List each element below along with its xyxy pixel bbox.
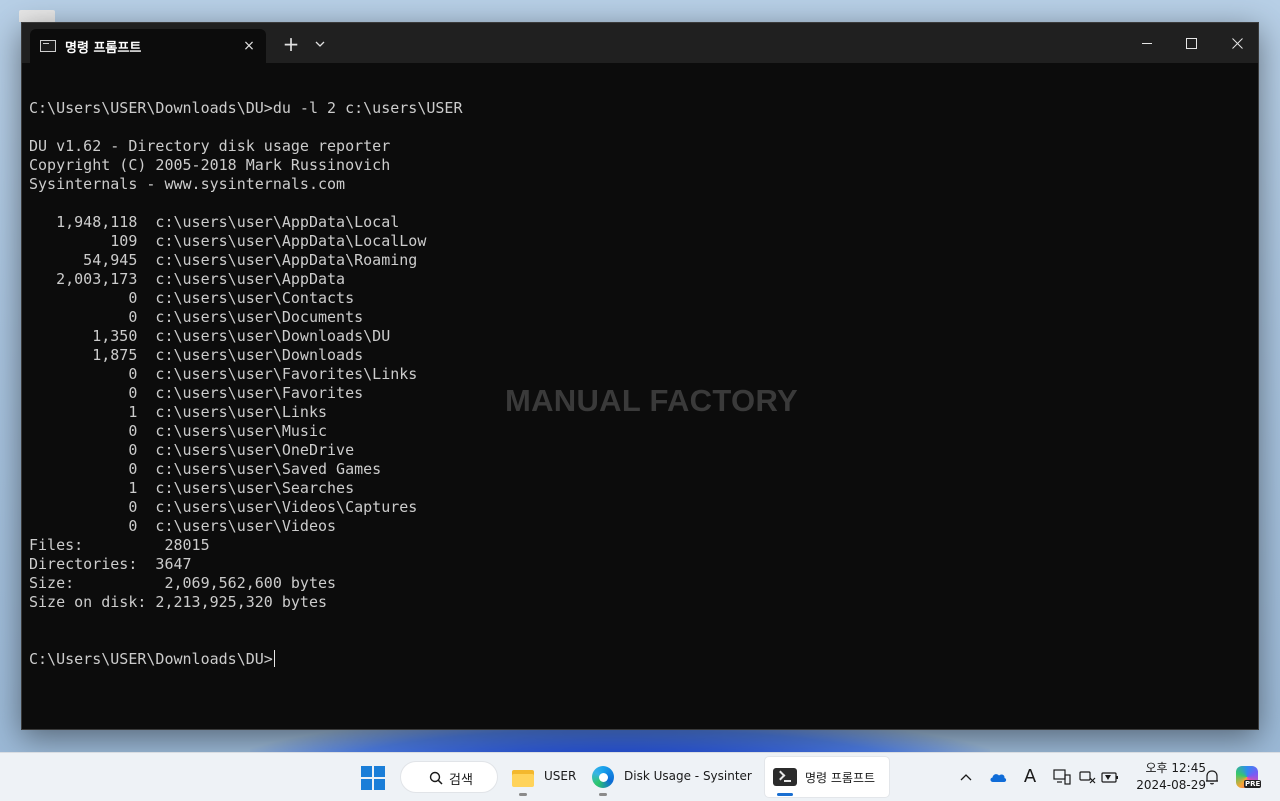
terminal-line: Size: 2,069,562,600 bytes <box>29 574 337 592</box>
search-label: 검색 <box>449 773 473 788</box>
terminal-line: 0 c:\users\user\OneDrive <box>29 441 355 459</box>
command-prompt-line[interactable]: C:\Users\USER\Downloads\DU> <box>29 650 1258 669</box>
terminal-line: 1 c:\users\user\Searches <box>29 479 355 497</box>
notification-bell-icon[interactable] <box>1202 767 1222 787</box>
terminal-line: Files: 28015 <box>29 536 210 554</box>
devices-icon[interactable] <box>1052 767 1072 787</box>
terminal-line: DU v1.62 - Directory disk usage reporter <box>29 137 391 155</box>
terminal-window: 명령 프롬프트 × + C:\Users\USER\Downloads\DU>d… <box>21 22 1259 730</box>
edge-icon <box>592 766 614 788</box>
terminal-line: Sysinternals - www.sysinternals.com <box>29 175 346 193</box>
terminal-line: 54,945 c:\users\user\AppData\Roaming <box>29 251 418 269</box>
taskbar-clock[interactable]: 오후 12:45 2024-08-29 <box>1126 760 1206 794</box>
chevron-up-icon <box>960 774 972 781</box>
taskbar-search[interactable]: 검색 <box>400 761 498 793</box>
terminal-line: Size on disk: 2,213,925,320 bytes <box>29 593 328 611</box>
close-icon <box>1232 38 1243 49</box>
new-tab-button[interactable]: + <box>279 32 303 56</box>
app-label: USER <box>544 769 577 783</box>
show-hidden-icons-button[interactable] <box>956 767 976 787</box>
terminal-line: C:\Users\USER\Downloads\DU>du -l 2 c:\us… <box>29 99 463 117</box>
copilot-badge: PRE <box>1244 780 1262 788</box>
terminal-line: 0 c:\users\user\Videos\Captures <box>29 498 418 516</box>
maximize-button[interactable] <box>1168 23 1214 63</box>
network-icon[interactable] <box>1078 767 1098 787</box>
maximize-icon <box>1186 38 1197 49</box>
terminal-line: 0 c:\users\user\Videos <box>29 517 337 535</box>
close-button[interactable] <box>1214 23 1260 63</box>
app-label: 명령 프롬프트 <box>805 771 876 785</box>
terminal-line: 0 c:\users\user\Favorites\Links <box>29 365 418 383</box>
tab-command-prompt[interactable]: 명령 프롬프트 × <box>30 29 266 63</box>
folder-icon <box>512 767 536 787</box>
tab-dropdown-button[interactable] <box>310 34 330 54</box>
taskbar: 검색 USER Disk Usage - Sysinternal 명령 프롬프트… <box>0 752 1280 801</box>
minimize-icon <box>1142 43 1152 44</box>
terminal-line: 1,350 c:\users\user\Downloads\DU <box>29 327 391 345</box>
terminal-line: 0 c:\users\user\Documents <box>29 308 364 326</box>
start-button[interactable] <box>359 764 387 792</box>
minimize-button[interactable] <box>1124 23 1170 63</box>
terminal-line: 1,948,118 c:\users\user\AppData\Local <box>29 213 400 231</box>
clock-time: 오후 12:45 <box>1145 761 1206 775</box>
taskbar-app-edge[interactable]: Disk Usage - Sysinternal <box>584 757 756 797</box>
terminal-line: Directories: 3647 <box>29 555 192 573</box>
text-cursor <box>273 650 275 667</box>
ime-indicator[interactable]: A <box>1020 767 1040 787</box>
search-icon <box>429 771 443 785</box>
terminal-line: 1,875 c:\users\user\Downloads <box>29 346 364 364</box>
desktop-icon[interactable] <box>19 10 55 22</box>
tab-title: 명령 프롬프트 <box>65 41 142 56</box>
taskbar-app-terminal[interactable]: 명령 프롬프트 <box>765 757 889 797</box>
clock-date: 2024-08-29 <box>1136 778 1206 792</box>
prompt-text: C:\Users\USER\Downloads\DU> <box>29 650 273 668</box>
terminal-line: 0 c:\users\user\Music <box>29 422 328 440</box>
watermark: MANUAL FACTORY <box>505 383 798 418</box>
tab-close-button[interactable]: × <box>238 35 260 57</box>
app-label: Disk Usage - Sysinternal <box>624 769 752 783</box>
terminal-line: 109 c:\users\user\AppData\LocalLow <box>29 232 427 250</box>
terminal-line: 0 c:\users\user\Saved Games <box>29 460 382 478</box>
command-prompt-icon <box>40 40 56 52</box>
terminal-line: 0 c:\users\user\Contacts <box>29 289 355 307</box>
taskbar-app-explorer[interactable]: USER <box>504 757 584 797</box>
terminal-line: Copyright (C) 2005-2018 Mark Russinovich <box>29 156 391 174</box>
terminal-icon <box>773 768 797 786</box>
volume-battery-icon[interactable] <box>1100 767 1120 787</box>
title-bar[interactable]: 명령 프롬프트 × + <box>22 23 1258 63</box>
terminal-line: 2,003,173 c:\users\user\AppData <box>29 270 346 288</box>
onedrive-icon[interactable] <box>988 767 1008 787</box>
chevron-down-icon <box>315 41 325 47</box>
